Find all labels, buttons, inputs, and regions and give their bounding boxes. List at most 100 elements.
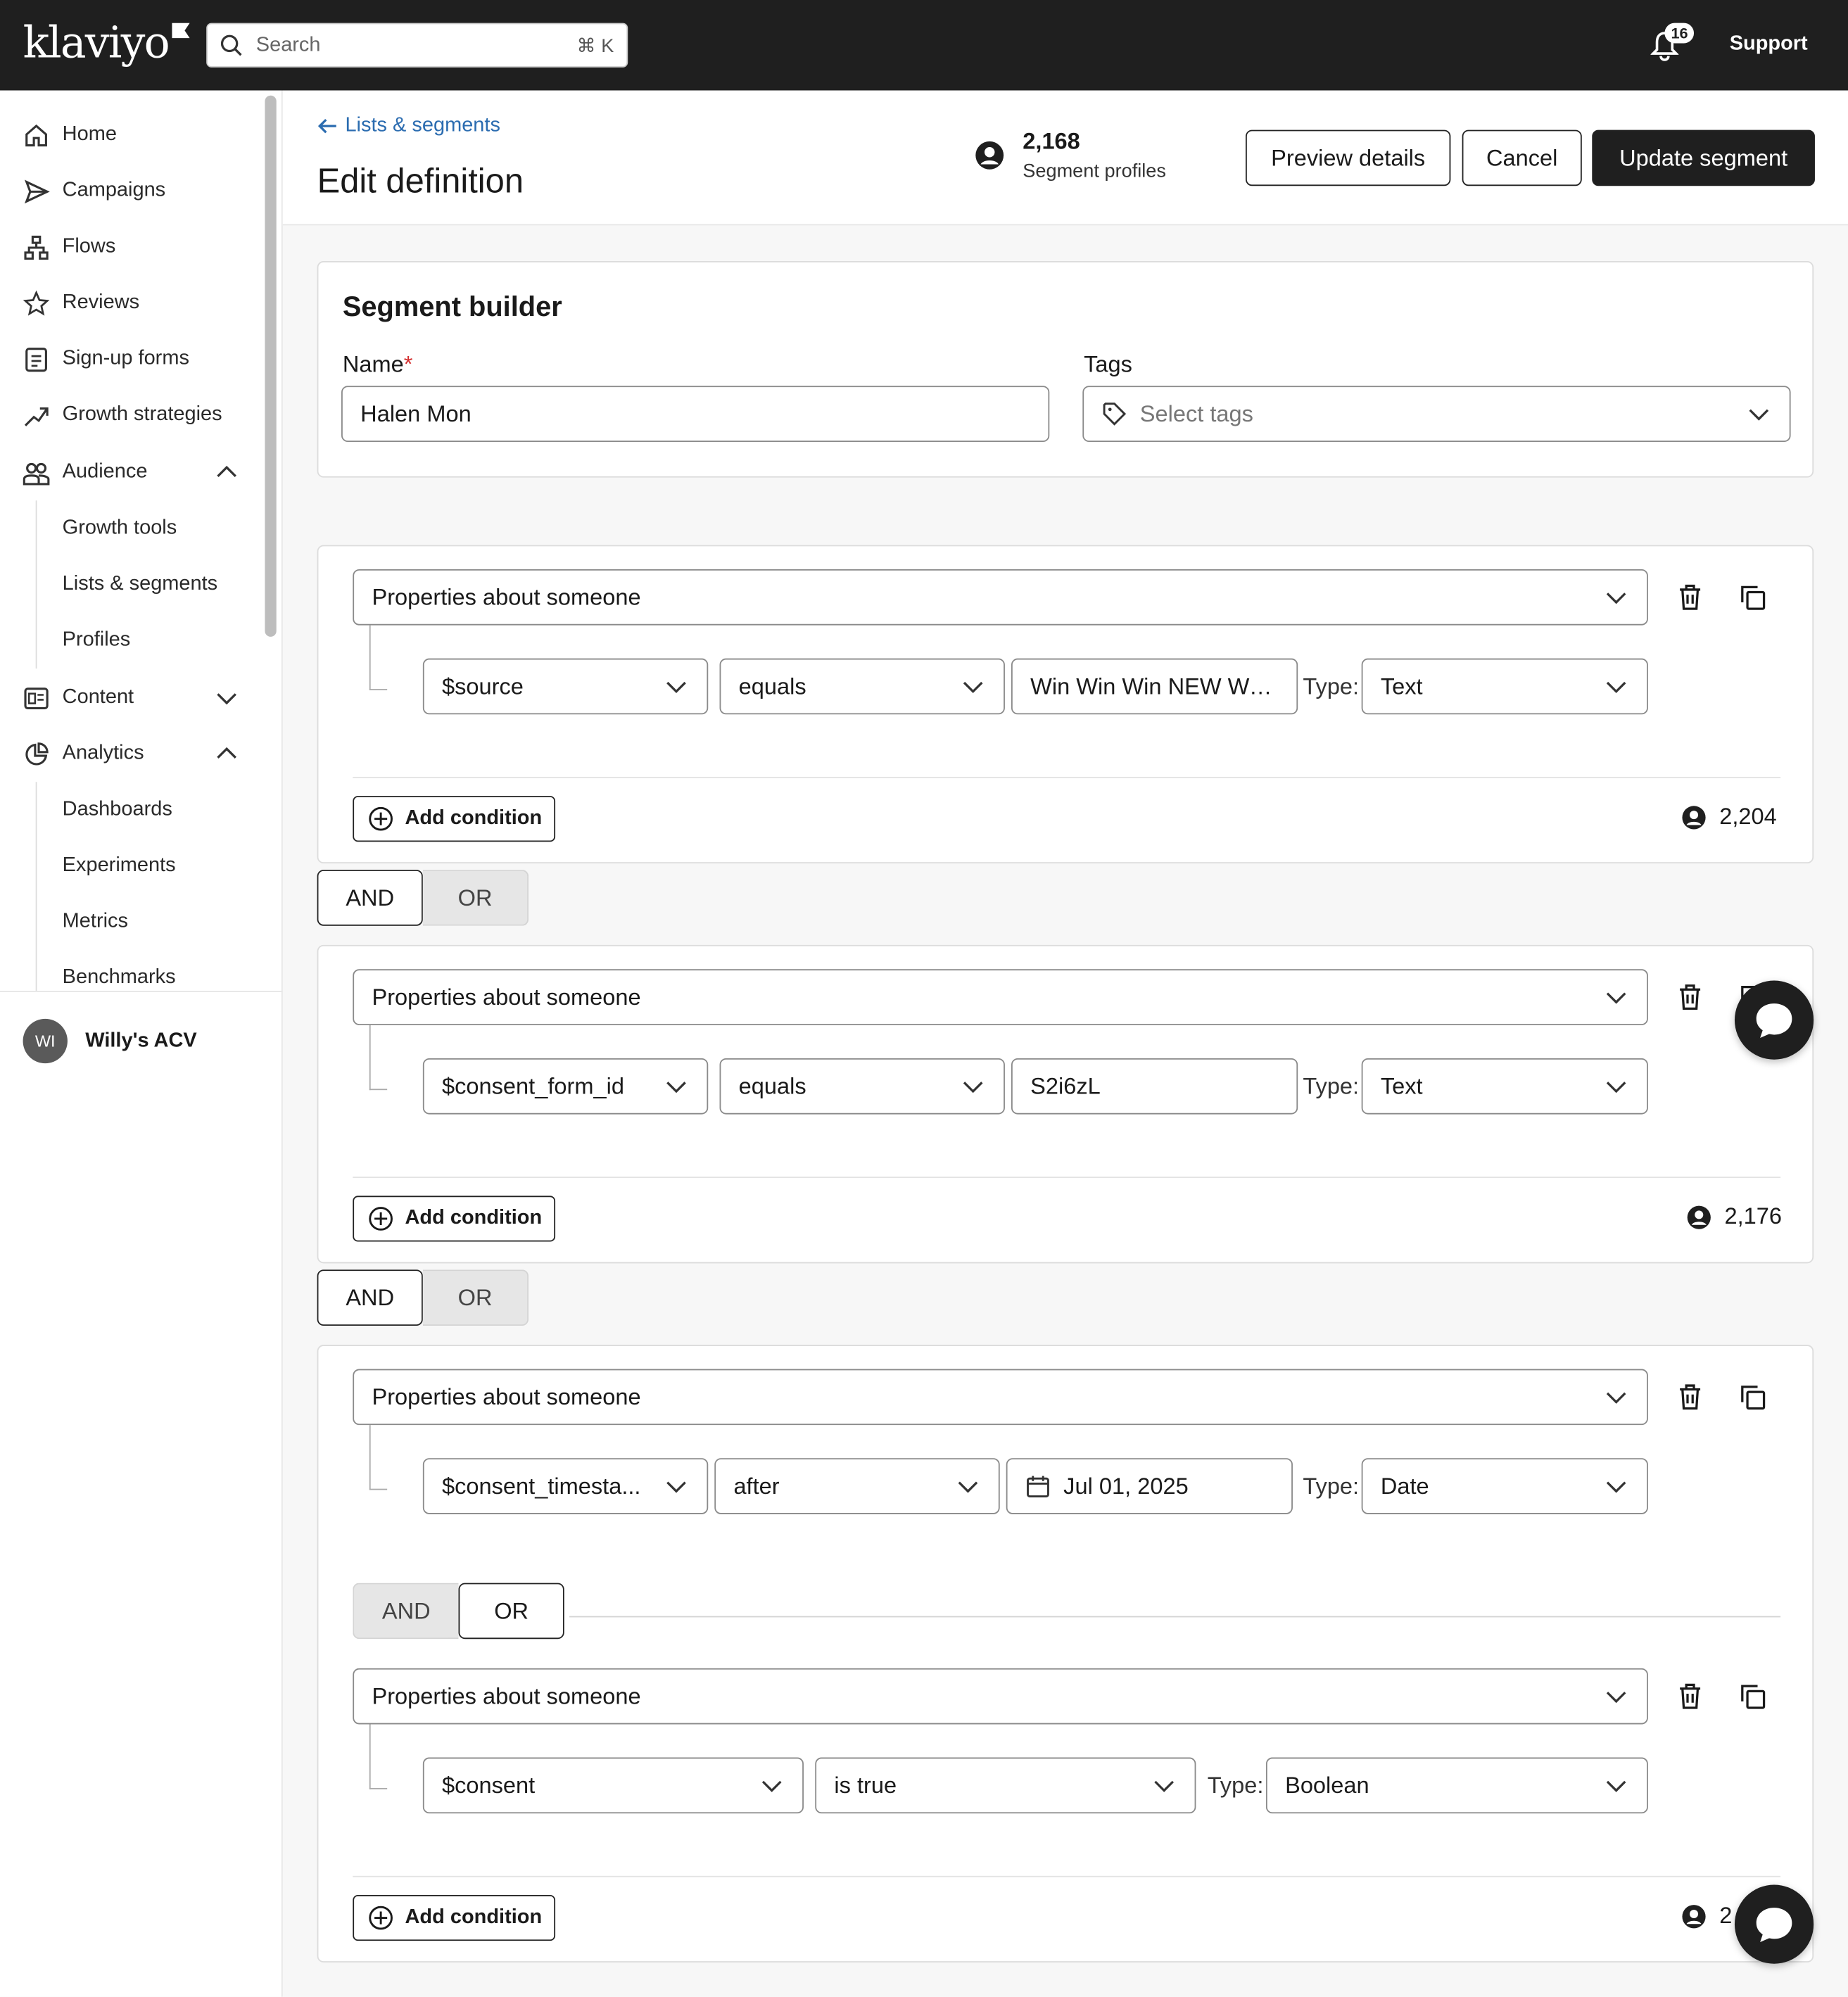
and-option[interactable]: AND	[317, 1269, 423, 1326]
chevron-down-icon	[963, 681, 983, 694]
name-input[interactable]: Halen Mon	[341, 386, 1050, 443]
search-input[interactable]: Search ⌘ K	[206, 23, 628, 68]
sidebar-scrollbar[interactable]	[265, 95, 277, 637]
group-count-value: 2,176	[1724, 1203, 1782, 1229]
condition-category-select[interactable]: Properties about someone	[353, 569, 1648, 626]
value-input[interactable]: S2i6zL	[1011, 1058, 1298, 1115]
chevron-down-icon	[1606, 1481, 1626, 1493]
sidebar-item-benchmarks[interactable]: Benchmarks	[63, 950, 176, 1006]
operator-select[interactable]: is true	[815, 1757, 1196, 1814]
trash-icon[interactable]	[1675, 982, 1705, 1012]
sidebar-item-audience[interactable]: Audience	[0, 445, 261, 501]
name-label: Name*	[343, 352, 413, 379]
breadcrumb[interactable]: Lists & segments	[317, 115, 500, 138]
add-condition-button[interactable]: Add condition	[353, 1894, 556, 1941]
trend-icon	[24, 407, 49, 426]
search-icon	[220, 34, 242, 56]
sidebar-item-label: Content	[62, 686, 134, 709]
add-condition-button[interactable]: Add condition	[353, 796, 556, 842]
chat-bubble-icon	[1756, 1908, 1792, 1942]
sidebar-item-growth-tools[interactable]: Growth tools	[63, 500, 177, 557]
operator-value: equals	[738, 1072, 806, 1098]
and-option[interactable]: AND	[317, 870, 423, 926]
sidebar-item-metrics[interactable]: Metrics	[63, 894, 128, 950]
operator-value: equals	[738, 673, 806, 699]
sidebar-item-content[interactable]: Content	[0, 670, 261, 726]
property-select[interactable]: $source	[422, 658, 709, 715]
sidebar-item-dashboards[interactable]: Dashboards	[63, 782, 172, 838]
value-text: S2i6zL	[1030, 1072, 1101, 1098]
required-asterisk: *	[403, 351, 413, 377]
trash-icon[interactable]	[1675, 1382, 1705, 1412]
and-option[interactable]: AND	[353, 1583, 459, 1640]
sidebar-item-lists-segments[interactable]: Lists & segments	[63, 557, 217, 613]
sidebar-item-analytics[interactable]: Analytics	[0, 726, 261, 782]
or-option[interactable]: OR	[422, 870, 529, 926]
sidebar-item-signup-forms[interactable]: Sign-up forms	[0, 331, 261, 388]
trash-icon[interactable]	[1675, 582, 1705, 612]
support-link[interactable]: Support	[1730, 33, 1808, 56]
update-segment-button[interactable]: Update segment	[1592, 129, 1815, 186]
user-circle-icon	[1687, 1205, 1711, 1229]
operator-select[interactable]: after	[714, 1458, 1000, 1514]
sidebar-item-label: Analytics	[62, 742, 144, 764]
property-select[interactable]: $consent_form_id	[422, 1058, 709, 1115]
chevron-down-icon	[1606, 1780, 1626, 1792]
preview-details-button[interactable]: Preview details	[1245, 129, 1451, 186]
sidebar-item-campaigns[interactable]: Campaigns	[0, 163, 261, 220]
date-input[interactable]: Jul 01, 2025	[1006, 1458, 1293, 1514]
sidebar-item-home[interactable]: Home	[0, 107, 261, 163]
chevron-down-icon	[666, 1481, 686, 1493]
trash-icon[interactable]	[1675, 1681, 1705, 1711]
type-label: Type:	[1303, 1473, 1360, 1500]
type-select[interactable]: Text	[1361, 658, 1648, 715]
or-option[interactable]: OR	[458, 1583, 564, 1640]
sidebar-item-reviews[interactable]: Reviews	[0, 275, 261, 331]
operator-select[interactable]: equals	[719, 1058, 1005, 1115]
user-circle-icon	[1682, 1904, 1706, 1928]
chat-button[interactable]	[1734, 980, 1814, 1060]
add-condition-label: Add condition	[405, 1207, 543, 1229]
account-name: Willy's ACV	[85, 1029, 197, 1051]
or-option[interactable]: OR	[422, 1269, 529, 1326]
condition-category-select[interactable]: Properties about someone	[353, 1369, 1648, 1426]
property-select[interactable]: $consent	[422, 1757, 804, 1814]
sidebar-item-flows[interactable]: Flows	[0, 219, 261, 275]
klaviyo-logo[interactable]: klaviyo	[23, 18, 189, 69]
condition-category-select[interactable]: Properties about someone	[353, 969, 1648, 1025]
operator-select[interactable]: equals	[719, 658, 1005, 715]
type-label: Type:	[1303, 1073, 1360, 1099]
tags-select[interactable]: Select tags	[1082, 386, 1791, 443]
operator-value: after	[733, 1473, 780, 1499]
sidebar-item-growth-strategies[interactable]: Growth strategies	[0, 387, 261, 443]
and-or-toggle: AND OR	[317, 870, 529, 926]
type-select[interactable]: Boolean	[1265, 1757, 1648, 1814]
sidebar-item-profiles[interactable]: Profiles	[63, 613, 131, 669]
chevron-down-icon	[1606, 592, 1626, 604]
date-value: Jul 01, 2025	[1063, 1473, 1189, 1499]
chat-button[interactable]	[1734, 1884, 1814, 1964]
add-condition-button[interactable]: Add condition	[353, 1196, 556, 1242]
type-select[interactable]: Text	[1361, 1058, 1648, 1115]
sidebar-item-label: Home	[62, 123, 117, 146]
tags-label: Tags	[1084, 351, 1132, 377]
type-select[interactable]: Date	[1361, 1458, 1648, 1514]
value-input[interactable]: Win Win Win NEW Webs	[1011, 658, 1298, 715]
duplicate-icon[interactable]	[1738, 1681, 1768, 1711]
sidebar-item-label: Growth strategies	[62, 403, 222, 426]
chevron-down-icon	[1154, 1780, 1174, 1792]
audience-icon	[23, 462, 50, 485]
group-count: 2	[1681, 1903, 1732, 1929]
inner-and-or-toggle: AND OR	[353, 1583, 564, 1640]
duplicate-icon[interactable]	[1738, 1382, 1768, 1412]
sidebar-item-experiments[interactable]: Experiments	[63, 838, 176, 894]
plus-circle-icon	[369, 1207, 393, 1231]
condition-category-select[interactable]: Properties about someone	[353, 1668, 1648, 1725]
tree-connector	[369, 1025, 388, 1091]
sidebar-item-label: Reviews	[62, 291, 140, 314]
property-select[interactable]: $consent_timesta...	[422, 1458, 709, 1514]
account-switcher[interactable]: WI Willy's ACV	[23, 1018, 197, 1064]
content-icon	[24, 687, 49, 709]
duplicate-icon[interactable]	[1738, 582, 1768, 612]
cancel-button[interactable]: Cancel	[1462, 129, 1582, 186]
